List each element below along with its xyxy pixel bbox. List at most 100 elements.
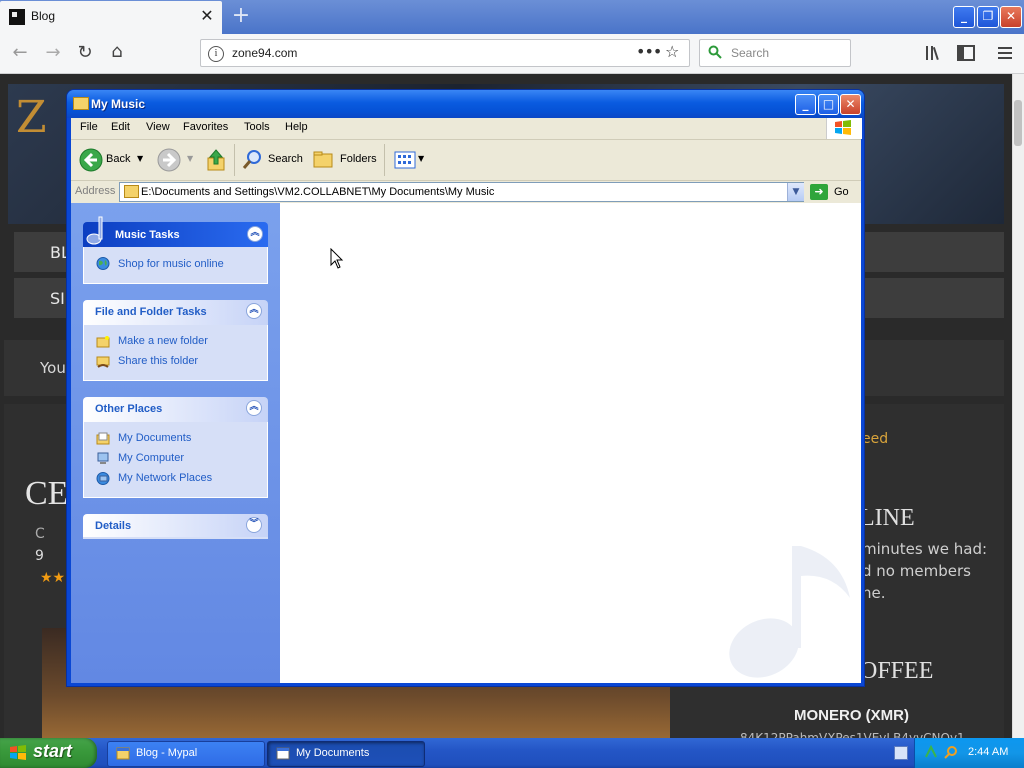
new-folder-icon [96,336,110,348]
new-tab-button[interactable]: + [230,4,252,28]
my-computer-link[interactable]: My Computer [118,452,184,464]
library-icon[interactable] [925,45,943,61]
browser-restore-button[interactable]: ❐ [977,6,999,28]
go-button[interactable]: Go [834,186,849,198]
address-folder-icon [124,185,139,198]
minimize-button[interactable]: _ [795,94,816,115]
reload-icon[interactable]: ↻ [74,42,96,64]
clock[interactable]: 2:44 AM [968,746,1008,758]
menu-tools[interactable]: Tools [244,121,270,133]
details-body-edge [83,537,268,539]
post-comment-count[interactable]: 9 [35,548,44,564]
music-note-watermark-icon [729,546,850,678]
post-category[interactable]: C [35,526,45,542]
site-menu-item-2[interactable]: SI [50,289,65,308]
forward-icon[interactable] [157,148,181,172]
back-dropdown-icon[interactable]: ▼ [137,154,143,163]
maximize-button[interactable]: □ [818,94,839,115]
mouse-cursor-icon [330,248,344,269]
menu-view[interactable]: View [146,121,170,133]
up-folder-icon[interactable] [206,148,228,172]
menu-file[interactable]: File [80,121,98,133]
address-label: Address [75,185,116,197]
explorer-title-bar[interactable] [67,90,864,118]
browser-close-button[interactable]: ✕ [1000,6,1022,28]
bookmark-star-icon[interactable]: ☆ [665,42,679,61]
views-icon[interactable] [394,151,416,169]
url-text[interactable]: zone94.com [232,46,297,60]
shop-for-music-link[interactable]: Shop for music online [118,258,224,270]
menu-edit[interactable]: Edit [111,121,130,133]
views-dropdown-icon[interactable]: ▼ [418,154,424,163]
toolbar-separator [384,144,385,176]
toolbar-separator [234,144,235,176]
collapse-chevron-icon[interactable]: ︽ [246,303,262,319]
back-arrow-icon[interactable]: ← [9,42,31,64]
my-documents-icon [96,432,110,445]
go-arrow-icon[interactable]: ➜ [810,184,828,200]
collapse-chevron-icon[interactable]: ︽ [247,226,263,242]
share-folder-link[interactable]: Share this folder [118,355,198,367]
menu-help[interactable]: Help [285,121,308,133]
home-icon[interactable]: ⌂ [106,41,128,63]
page-scrollbar[interactable] [1012,74,1024,738]
back-button[interactable]: Back [106,153,130,165]
window-title: My Music [91,97,146,111]
hamburger-menu-icon[interactable] [996,45,1014,61]
network-tray-icon[interactable] [924,745,938,759]
language-bar-icon[interactable] [894,746,908,760]
page-scrollbar-thumb[interactable] [1014,100,1022,146]
online-line: ne. [862,584,886,602]
file-folder-tasks-body [83,325,268,381]
tab-close-icon[interactable]: ✕ [198,6,216,26]
search-tray-icon[interactable] [944,745,958,759]
sidebar-icon[interactable] [957,45,975,61]
my-computer-icon [97,452,109,464]
coffee-heading: OFFEE [860,658,934,684]
search-icon[interactable] [242,148,264,170]
taskbar-item-blog-mypal[interactable]: Blog - Mypal [107,741,265,767]
browser-window-icon [116,747,130,760]
browser-minimize-button[interactable]: _ [953,6,975,28]
greeting-text: You [40,359,66,377]
windows-flag-icon [835,120,851,135]
folders-icon[interactable] [313,149,335,169]
address-dropdown-icon[interactable]: ▼ [787,183,804,201]
back-icon[interactable] [79,148,103,172]
search-button[interactable]: Search [268,153,303,165]
online-heading: LINE [860,505,915,531]
close-button[interactable]: ✕ [840,94,861,115]
taskbar-item-label: Blog - Mypal [136,747,198,759]
address-path[interactable]: E:\Documents and Settings\VM2.COLLABNET\… [141,186,494,198]
taskbar-item-label: My Documents [296,747,370,759]
windows-start-flag-icon [10,745,26,760]
site-info-icon[interactable]: i [208,46,224,62]
my-network-places-link[interactable]: My Network Places [118,472,212,484]
forward-arrow-icon[interactable]: → [42,42,64,64]
my-documents-link[interactable]: My Documents [118,432,191,444]
online-line: d no members [862,562,971,580]
file-folder-tasks-title[interactable]: File and Folder Tasks [95,306,207,318]
forward-dropdown-icon[interactable]: ▼ [187,154,193,163]
feed-link[interactable]: eed [862,431,888,447]
search-placeholder[interactable]: Search [731,46,769,60]
page-actions-icon[interactable]: ••• [636,42,662,61]
site-logo[interactable]: Z [16,92,47,143]
online-line: minutes we had: [862,540,988,558]
expand-chevron-icon[interactable]: ︾ [246,517,262,533]
share-folder-icon [96,356,110,368]
monero-label: MONERO (XMR) [794,707,909,724]
post-rating-stars[interactable]: ★★ [40,570,65,586]
other-places-title[interactable]: Other Places [95,403,162,415]
details-title[interactable]: Details [95,520,131,532]
folders-button[interactable]: Folders [340,153,377,165]
start-label[interactable]: start [33,741,72,762]
search-engine-icon [708,45,722,59]
collapse-chevron-icon[interactable]: ︽ [246,400,262,416]
site-favicon-icon [9,9,25,25]
menu-favorites[interactable]: Favorites [183,121,228,133]
make-new-folder-link[interactable]: Make a new folder [118,335,208,347]
tab-title: Blog [31,9,56,23]
taskbar-item-my-documents[interactable]: My Documents [267,741,425,767]
music-tasks-title[interactable]: Music Tasks [115,229,180,241]
